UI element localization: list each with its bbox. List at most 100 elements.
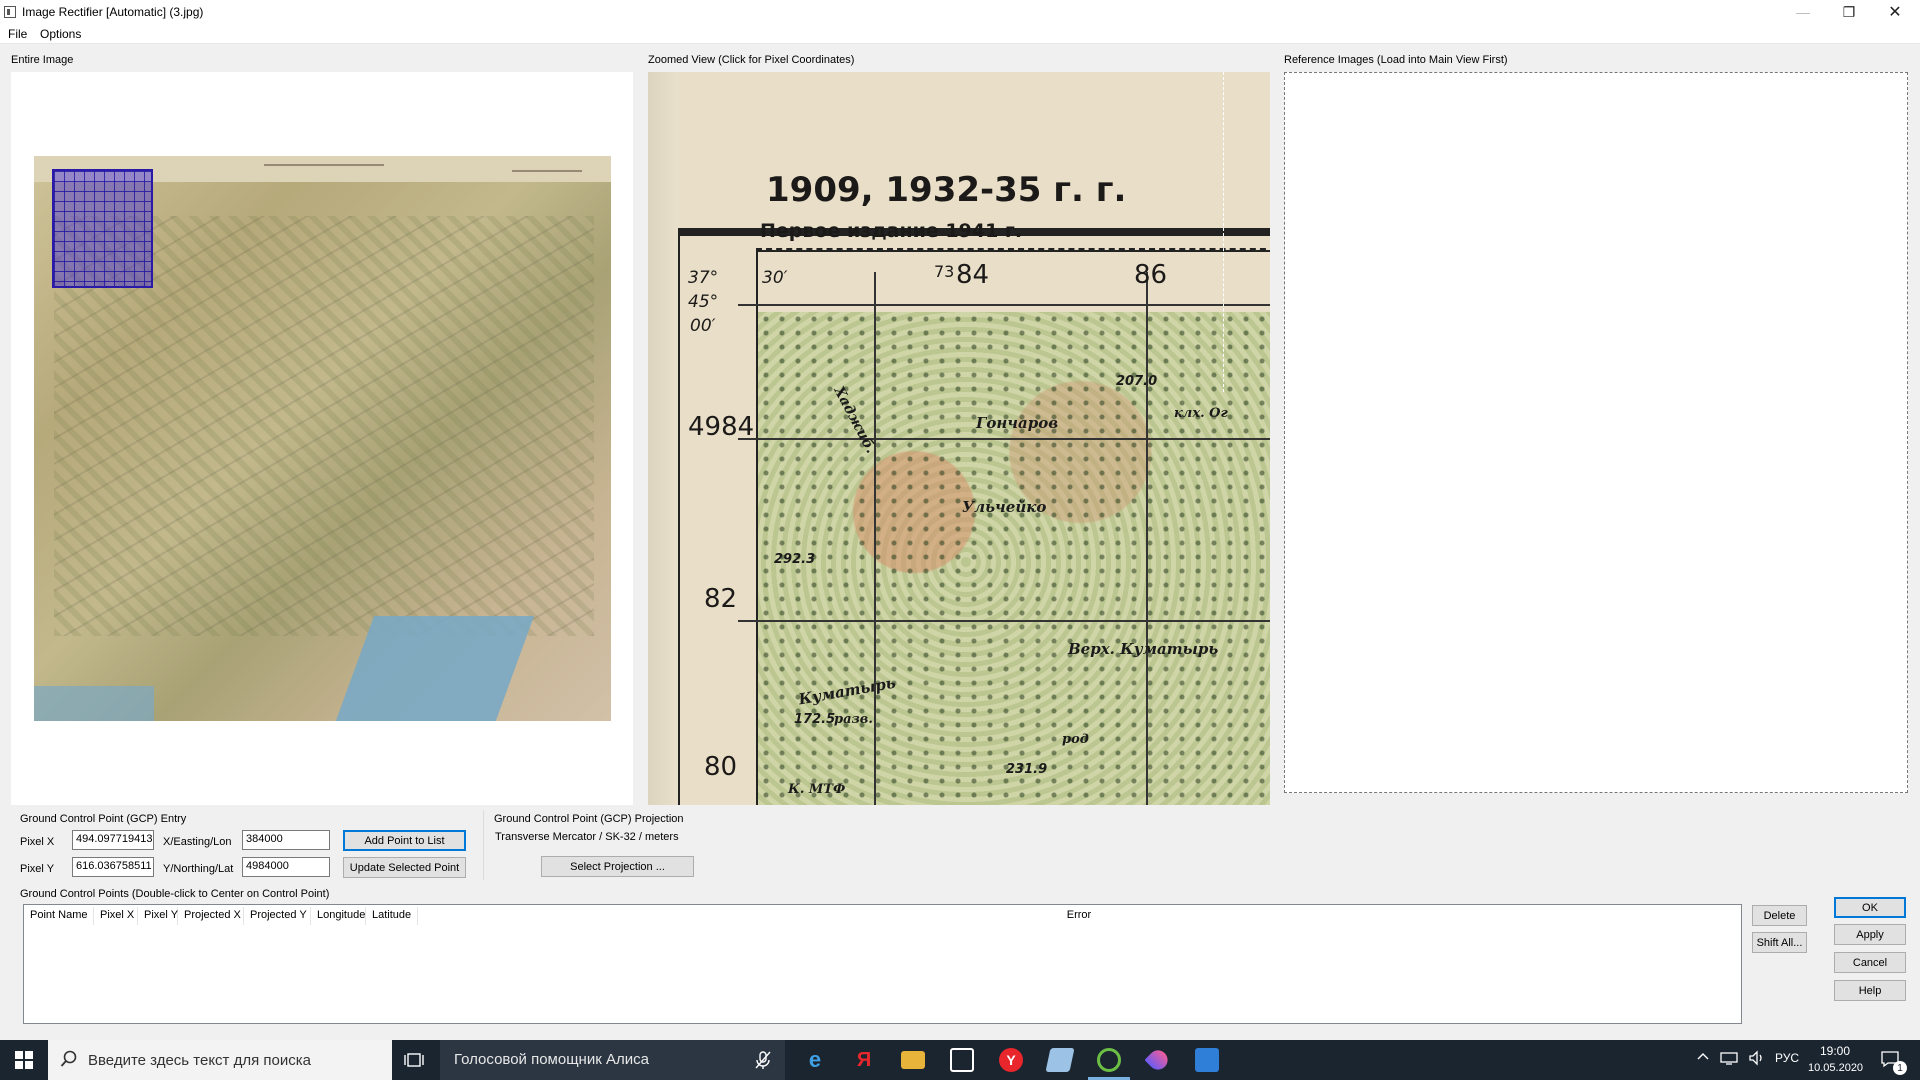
elevation-label: 231.9 [1006, 762, 1048, 777]
help-button[interactable]: Help [1834, 980, 1906, 1001]
close-button[interactable]: ✕ [1872, 0, 1918, 24]
gcp-projection-title: Ground Control Point (GCP) Projection [494, 813, 684, 825]
chevron-up-icon[interactable] [1696, 1049, 1710, 1066]
lat-label: 37° [688, 268, 719, 288]
lat-label: 00′ [690, 316, 716, 336]
pixel-x-field[interactable]: 494.097719413 [72, 830, 154, 850]
column-header[interactable]: Projected Y [244, 907, 311, 925]
menu-bar: File Options [0, 24, 1920, 44]
map-place-label: род [1062, 732, 1089, 747]
language-indicator[interactable]: РУС [1775, 1051, 1799, 1065]
map-thumbnail-title-mark [264, 164, 384, 166]
clock-date[interactable]: 10.05.2020 [1808, 1062, 1863, 1074]
group-separator [483, 810, 484, 880]
entire-image-panel[interactable] [11, 72, 633, 805]
taskbar-search-box[interactable]: Введите здесь текст для поиска [48, 1040, 392, 1080]
gcp-entry-title: Ground Control Point (GCP) Entry [20, 813, 187, 825]
menu-options[interactable]: Options [40, 27, 81, 41]
zoomed-view-panel[interactable]: 1909, 1932-35 г. г. Первое издание 1941 … [648, 72, 1270, 805]
title-bar: Image Rectifier [Automatic] (3.jpg) — ❐ … [0, 0, 1920, 24]
map-thumbnail[interactable] [34, 156, 611, 721]
y-northing-field[interactable]: 4984000 [242, 857, 330, 877]
shift-all-button[interactable]: Shift All... [1752, 932, 1807, 953]
gcp-list-title: Ground Control Points (Double-click to C… [20, 888, 330, 900]
search-icon [60, 1050, 78, 1071]
lat-label: 45° [688, 292, 719, 312]
projection-value: Transverse Mercator / SK-32 / meters [495, 831, 679, 843]
alice-label: Голосовой помощник Алиса [454, 1051, 649, 1068]
taskbar: Введите здесь текст для поиска Голосовой… [0, 1040, 1920, 1080]
x-easting-label: X/Easting/Lon [163, 836, 232, 848]
cancel-button[interactable]: Cancel [1834, 952, 1906, 973]
column-header[interactable]: Point Name [24, 907, 94, 925]
map-edition-text: Первое издание 1941 г. [760, 220, 1023, 242]
notification-count-badge: 1 [1893, 1061, 1907, 1075]
add-point-button[interactable]: Add Point to List [343, 830, 466, 851]
zoom-crop-edge [1223, 72, 1224, 392]
elevation-label: 172.5 [794, 712, 836, 727]
map-paper-edge [648, 72, 678, 805]
yandex-browser-icon[interactable]: Я [852, 1048, 876, 1072]
zoomed-view-label: Zoomed View (Click for Pixel Coordinates… [648, 54, 855, 66]
grid-line-vertical [1146, 272, 1148, 805]
alice-voice-assistant[interactable]: Голосовой помощник Алиса [440, 1040, 785, 1080]
globe-app-icon[interactable] [1097, 1048, 1121, 1072]
reference-images-panel[interactable] [1284, 72, 1908, 793]
y-northing-label: Y/Northing/Lat [163, 863, 234, 875]
x-easting-field[interactable]: 384000 [242, 830, 330, 850]
reference-images-label: Reference Images (Load into Main View Fi… [1284, 54, 1508, 66]
column-header[interactable]: Pixel Y [138, 907, 178, 925]
pixel-x-label: Pixel X [20, 836, 55, 848]
window-title: Image Rectifier [Automatic] (3.jpg) [22, 5, 204, 19]
column-header[interactable]: Pixel X [94, 907, 138, 925]
ok-button[interactable]: OK [1834, 897, 1906, 918]
map-place-label: К. МТФ [788, 782, 846, 797]
map-year-text: 1909, 1932-35 г. г. [766, 170, 1127, 210]
map-thumbnail-water [34, 686, 154, 721]
update-point-button[interactable]: Update Selected Point [343, 857, 466, 878]
grid-line-vertical [874, 272, 876, 805]
column-header[interactable]: Projected X [178, 907, 244, 925]
map-frame-scale-bar [756, 248, 1270, 250]
clock-time[interactable]: 19:00 [1820, 1044, 1850, 1058]
menu-file[interactable]: File [8, 27, 27, 41]
map-place-label: Ульчейко [962, 498, 1047, 516]
app-icon [4, 6, 16, 18]
map-place-label: клх. Ог [1174, 406, 1228, 421]
file-explorer-icon[interactable] [901, 1051, 925, 1069]
store-icon[interactable] [950, 1048, 974, 1072]
elevation-label: 292.3 [774, 552, 816, 567]
map-place-label: разв. [834, 712, 873, 727]
elevation-label: 207.0 [1116, 374, 1158, 389]
grid-label: 73 [934, 262, 955, 281]
yandex-icon[interactable]: Y [999, 1048, 1023, 1072]
search-placeholder: Введите здесь текст для поиска [88, 1052, 311, 1069]
column-header[interactable]: Longitude [311, 907, 366, 925]
microphone-muted-icon[interactable] [753, 1050, 773, 1073]
grid-label: 4984 [688, 412, 755, 442]
zoom-region-selector[interactable] [52, 169, 153, 288]
windows-start-icon[interactable] [0, 1040, 48, 1080]
edge-icon[interactable]: e [803, 1047, 827, 1072]
restore-button[interactable]: ❐ [1826, 0, 1872, 24]
map-place-label: Гончаров [976, 414, 1059, 432]
delete-button[interactable]: Delete [1752, 905, 1807, 926]
paint-drop-icon[interactable] [1144, 1046, 1172, 1074]
network-icon[interactable] [1720, 1050, 1738, 1069]
lat-label: 30′ [762, 268, 788, 288]
task-view-icon[interactable] [402, 1048, 426, 1072]
image-app-icon[interactable] [1195, 1048, 1219, 1072]
gcp-list[interactable]: Point Name Pixel X Pixel Y Projected X P… [23, 904, 1742, 1024]
pixel-y-field[interactable]: 616.036758511 [72, 857, 154, 877]
volume-icon[interactable] [1748, 1050, 1766, 1069]
grid-line-horizontal [738, 620, 1270, 622]
select-projection-button[interactable]: Select Projection ... [541, 856, 694, 877]
grid-label: 82 [704, 584, 738, 614]
column-header[interactable]: Latitude [366, 907, 418, 925]
minimize-button[interactable]: — [1780, 0, 1826, 24]
app-icon[interactable] [1045, 1048, 1075, 1072]
apply-button[interactable]: Apply [1834, 924, 1906, 945]
column-header[interactable]: Error [418, 907, 1740, 925]
grid-line-horizontal [738, 304, 1270, 306]
pixel-y-label: Pixel Y [20, 863, 55, 875]
